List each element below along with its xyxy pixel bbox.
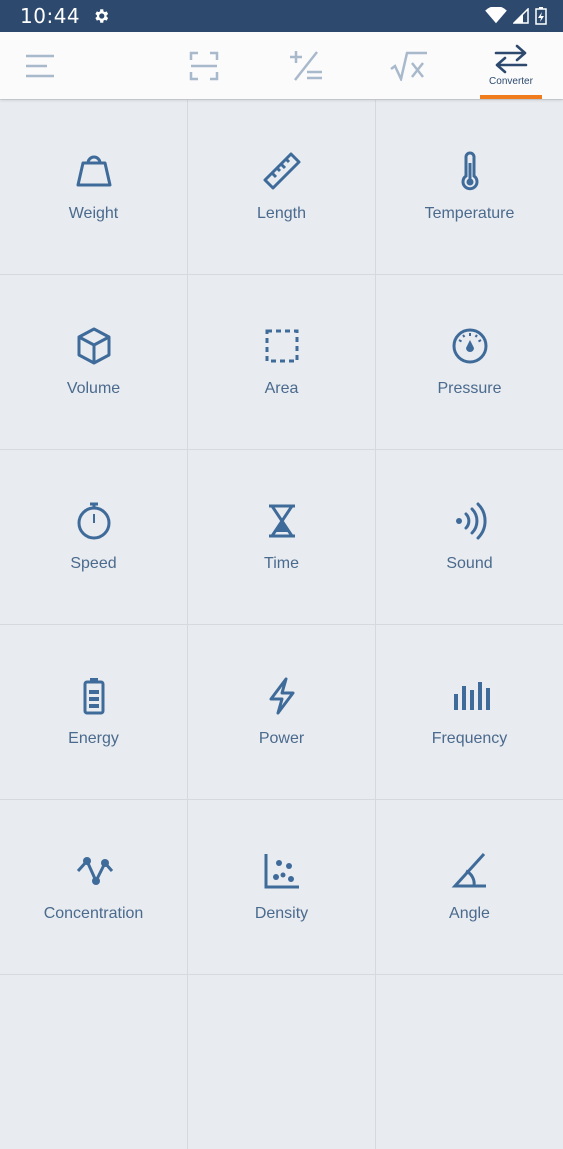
category-label: Sound bbox=[446, 555, 493, 572]
category-more-2[interactable] bbox=[188, 975, 375, 1149]
menu-button[interactable] bbox=[14, 32, 66, 99]
category-weight[interactable]: Weight bbox=[0, 100, 187, 274]
category-label: Volume bbox=[66, 380, 121, 397]
converter-tab[interactable]: Converter bbox=[480, 32, 542, 99]
category-label: Frequency bbox=[431, 730, 508, 747]
category-pressure[interactable]: Pressure bbox=[376, 275, 563, 449]
lightning-icon bbox=[269, 677, 294, 715]
category-area[interactable]: Area bbox=[188, 275, 375, 449]
category-label: Area bbox=[264, 380, 299, 397]
swap-arrows-icon bbox=[494, 44, 528, 74]
category-energy[interactable]: Energy bbox=[0, 625, 187, 799]
signal-icon bbox=[513, 8, 529, 24]
category-sound[interactable]: Sound bbox=[376, 450, 563, 624]
scan-icon bbox=[189, 51, 219, 80]
sound-icon bbox=[455, 502, 487, 540]
active-tab-indicator bbox=[480, 95, 542, 99]
category-label: Time bbox=[264, 555, 299, 572]
category-label: Pressure bbox=[437, 380, 502, 397]
category-label: Power bbox=[258, 730, 305, 747]
ruler-icon bbox=[263, 152, 300, 190]
category-angle[interactable]: Angle bbox=[376, 800, 563, 974]
category-label: Energy bbox=[68, 730, 119, 747]
calculator-button[interactable] bbox=[280, 32, 332, 99]
category-density[interactable]: Density bbox=[188, 800, 375, 974]
category-label: Density bbox=[254, 905, 309, 922]
battery-status-icon bbox=[535, 7, 547, 25]
status-icons bbox=[485, 7, 547, 25]
toolbar: Converter bbox=[0, 32, 563, 99]
weight-icon bbox=[76, 155, 111, 187]
category-more-3[interactable] bbox=[376, 975, 563, 1149]
category-label: Length bbox=[257, 205, 306, 222]
square-root-icon bbox=[390, 51, 427, 81]
stopwatch-icon bbox=[77, 502, 110, 540]
scan-button[interactable] bbox=[178, 32, 230, 99]
battery-icon bbox=[83, 678, 104, 715]
category-grid: Weight Length Temperature Volume Area Pr… bbox=[0, 99, 563, 1149]
plus-minus-icon bbox=[290, 50, 322, 81]
gauge-icon bbox=[452, 328, 487, 364]
thermometer-icon bbox=[461, 151, 478, 191]
density-icon bbox=[264, 854, 299, 889]
category-length[interactable]: Length bbox=[188, 100, 375, 274]
wifi-icon bbox=[485, 7, 507, 24]
concentration-icon bbox=[76, 857, 113, 885]
category-concentration[interactable]: Concentration bbox=[0, 800, 187, 974]
area-icon bbox=[265, 329, 298, 363]
category-temperature[interactable]: Temperature bbox=[376, 100, 563, 274]
category-label: Weight bbox=[68, 205, 119, 222]
status-time: 10:44 bbox=[20, 4, 81, 28]
category-label: Temperature bbox=[424, 205, 515, 222]
category-more-1[interactable] bbox=[0, 975, 187, 1149]
category-power[interactable]: Power bbox=[188, 625, 375, 799]
menu-icon bbox=[26, 54, 54, 77]
category-label: Concentration bbox=[43, 905, 144, 922]
converter-label: Converter bbox=[489, 76, 533, 87]
category-time[interactable]: Time bbox=[188, 450, 375, 624]
angle-icon bbox=[451, 852, 486, 888]
cube-icon bbox=[77, 327, 110, 365]
status-bar: 10:44 bbox=[0, 0, 563, 32]
settings-gear-icon bbox=[92, 7, 110, 25]
scientific-button[interactable] bbox=[383, 32, 435, 99]
category-frequency[interactable]: Frequency bbox=[376, 625, 563, 799]
hourglass-icon bbox=[268, 504, 295, 538]
category-volume[interactable]: Volume bbox=[0, 275, 187, 449]
category-speed[interactable]: Speed bbox=[0, 450, 187, 624]
category-label: Angle bbox=[449, 905, 490, 922]
category-label: Speed bbox=[70, 555, 117, 572]
frequency-icon bbox=[453, 682, 490, 710]
